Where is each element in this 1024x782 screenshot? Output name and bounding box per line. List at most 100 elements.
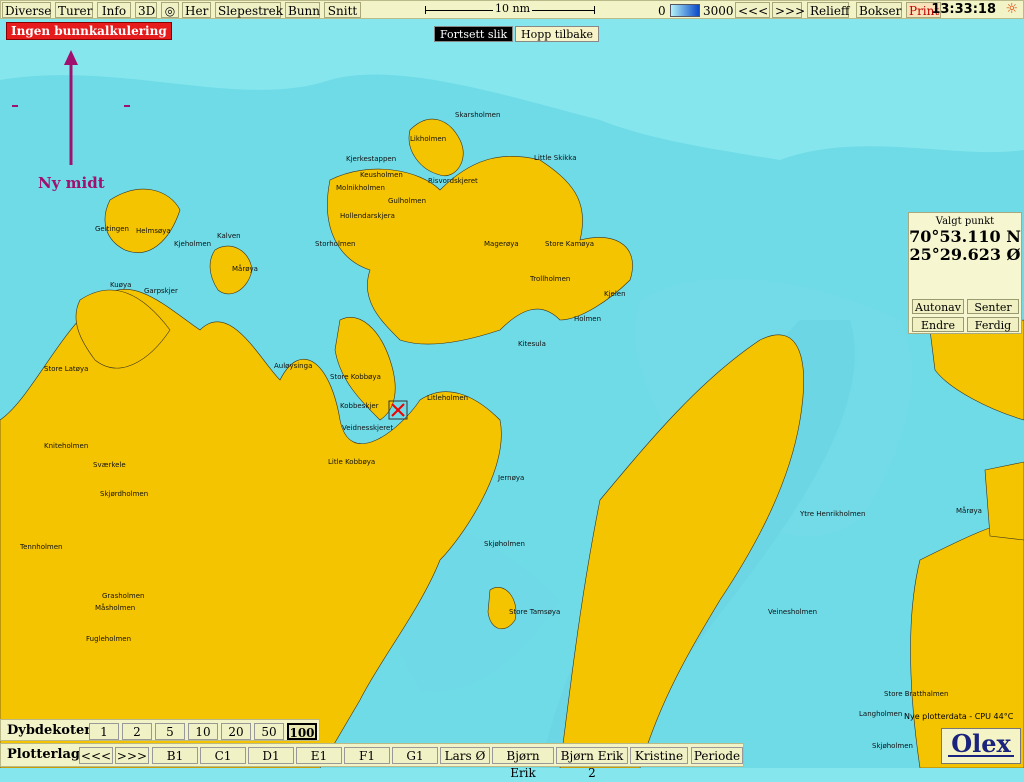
nautical-chart-map[interactable] [0, 0, 1024, 768]
place-label: Store Tamsøya [509, 608, 561, 616]
place-label: Mårøya [232, 265, 258, 273]
her-button[interactable]: Her [182, 2, 211, 18]
depth-contour-10[interactable]: 10 [188, 723, 218, 740]
diverse-menu[interactable]: Diverse [2, 2, 51, 18]
depth-contour-100[interactable]: 100 [287, 723, 317, 740]
place-label: Sværkele [93, 461, 126, 469]
status-alert: Ingen bunnkalkulering [6, 22, 172, 40]
depth-contours-label: Dybdekoter [7, 723, 92, 738]
place-label: Store Bratthalmen [884, 690, 949, 698]
status-text: Nye plotterdata - CPU 44°C [904, 712, 1014, 721]
place-label: Magerøya [484, 240, 519, 248]
place-label: Gulholmen [388, 197, 427, 205]
plotter-layers-bar: Plotterlag <<< >>> B1 C1 D1 E1 F1 G1 Lar… [0, 743, 744, 780]
place-label: Garpskjer [144, 287, 178, 295]
layer-d1[interactable]: D1 [248, 747, 294, 764]
target-icon[interactable]: ◎ [161, 2, 179, 18]
place-label: Kjerkestappen [346, 155, 397, 163]
turer-menu[interactable]: Turer [55, 2, 93, 18]
place-label: Little Skikka [534, 154, 577, 162]
place-label: Jernøya [498, 474, 525, 482]
layer-g1[interactable]: G1 [392, 747, 438, 764]
place-label: Måsholmen [95, 604, 136, 612]
place-label: Litle Kobbøya [328, 458, 376, 466]
brand-name: Olex [951, 729, 1011, 758]
place-label: Hollendarskjera [340, 212, 395, 220]
layers-next-button[interactable]: >>> [115, 747, 149, 764]
bokser-button[interactable]: Bokser [856, 2, 902, 18]
place-label: Risvordskjeret [428, 177, 478, 185]
place-label: Trollholmen [530, 275, 571, 283]
continue-search-button[interactable]: Fortsett slik [434, 26, 514, 42]
place-label: Veinesholmen [768, 608, 818, 616]
layer-b1[interactable]: B1 [152, 747, 198, 764]
place-label: Kalven [217, 232, 241, 240]
place-label: Veidnesskjeret [342, 424, 394, 432]
north-up-label: Ny midt [38, 174, 105, 192]
depth-contour-1[interactable]: 1 [89, 723, 119, 740]
layer-c1[interactable]: C1 [200, 747, 246, 764]
layer-e1[interactable]: E1 [296, 747, 342, 764]
place-label: Kniteholmen [44, 442, 89, 450]
plotter-layers-label: Plotterlag [7, 747, 80, 762]
senter-button[interactable]: Senter [967, 299, 1019, 314]
bunn-button[interactable]: Bunn [285, 2, 320, 18]
olex-logo[interactable]: Olex [941, 728, 1021, 764]
place-label: Ytre Henrikholmen [800, 510, 866, 518]
panel-title: Valgt punkt [935, 216, 995, 227]
clock: 13:33:18 [931, 2, 996, 17]
place-label: Molnikholmen [336, 184, 385, 192]
layer-bjorn-erik[interactable]: Bjørn Erik [492, 747, 554, 780]
longitude-value: 25°29.623 Ø [909, 245, 1021, 264]
depth-contour-5[interactable]: 5 [155, 723, 185, 740]
depth-contour-2[interactable]: 2 [122, 723, 152, 740]
place-label: Kjelen [604, 290, 626, 298]
place-label: Skjørdholmen [100, 490, 149, 498]
depth-gradient [670, 4, 700, 17]
3d-button[interactable]: 3D [135, 2, 157, 18]
place-label: Auløysinga [274, 362, 313, 370]
relieff-button[interactable]: Relieff [807, 2, 849, 18]
layer-kristine[interactable]: Kristine [630, 747, 688, 764]
endre-button[interactable]: Endre [912, 317, 964, 332]
place-label: Skjøholmen [484, 540, 525, 548]
place-label: Storholmen [315, 240, 356, 248]
top-toolbar: Diverse Turer Info 3D ◎ Her Slepestrek B… [0, 0, 1024, 19]
autonav-button[interactable]: Autonav [912, 299, 964, 314]
place-label: Keusholmen [360, 171, 403, 179]
place-label: Langholmen [859, 710, 903, 718]
sun-icon[interactable]: ☼ [1005, 1, 1018, 17]
prev-button[interactable]: <<< [735, 2, 770, 18]
place-label: Mårøya [956, 507, 982, 515]
place-label: Grasholmen [102, 592, 145, 600]
place-label: Store Kamøya [545, 240, 595, 248]
place-label: Skjøholmen [872, 742, 913, 750]
layer-bjorn-erik-2[interactable]: Bjørn Erik 2 [556, 747, 628, 780]
slepestrek-button[interactable]: Slepestrek [215, 2, 283, 18]
scale-label: 10 nm [493, 2, 533, 15]
periode-button[interactable]: Periode [691, 747, 743, 764]
layer-f1[interactable]: F1 [344, 747, 390, 764]
place-label: Holmen [574, 315, 602, 323]
layers-prev-button[interactable]: <<< [79, 747, 113, 764]
place-label: Store Kobbøya [330, 373, 381, 381]
next-button[interactable]: >>> [772, 2, 805, 18]
depth-contours-bar: Dybdekoter 1 2 5 10 20 50 100 [0, 719, 320, 741]
depth-contour-50[interactable]: 50 [254, 723, 284, 740]
info-menu[interactable]: Info [97, 2, 131, 18]
place-label: Kobbeskjer [340, 402, 379, 410]
selected-point-panel: Valgt punkt 70°53.110 N 25°29.623 Ø Auto… [908, 212, 1022, 334]
depth-contour-20[interactable]: 20 [221, 723, 251, 740]
place-label: Likholmen [410, 135, 447, 143]
layer-lars[interactable]: Lars Ø [440, 747, 490, 764]
place-label: Litleholmen [427, 394, 469, 402]
place-label: Kuøya [110, 281, 132, 289]
jump-back-button[interactable]: Hopp tilbake [515, 26, 600, 42]
place-label: Store Latøya [44, 365, 89, 373]
snitt-button[interactable]: Snitt [324, 2, 361, 18]
depth-max-label: 3000 [703, 4, 734, 18]
scale-bar: 10 nm [425, 2, 595, 15]
place-label: Kjeholmen [174, 240, 212, 248]
place-label: Tennholmen [20, 543, 63, 551]
ferdig-button[interactable]: Ferdig [967, 317, 1019, 332]
